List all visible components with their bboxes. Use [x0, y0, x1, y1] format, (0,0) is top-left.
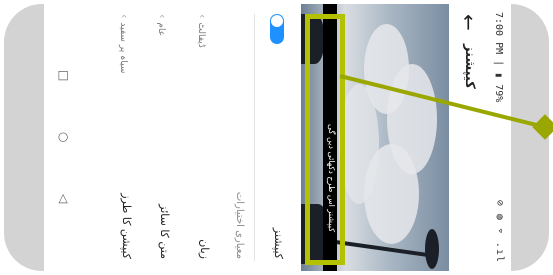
- text-size-value-text: عام: [156, 22, 166, 37]
- caption-style-value-text: سیاہ پر سفید: [118, 22, 128, 74]
- language-value: ‹ ڈیفالٹ: [196, 14, 209, 48]
- chevron-left-icon: ‹: [156, 14, 169, 19]
- chevron-left-icon: ‹: [196, 14, 209, 19]
- captions-label: کیپشنز: [272, 227, 285, 259]
- language-label: زبان: [198, 239, 211, 259]
- status-time-battery: 7:00 PM | ▮ 79%: [493, 12, 504, 103]
- captions-toggle-row[interactable]: کیپشنز: [257, 4, 297, 271]
- text-size-label: متن کا سائز: [158, 204, 171, 259]
- chevron-left-icon: ‹: [118, 14, 131, 19]
- section-header: معیاری اختیارات: [234, 191, 245, 259]
- home-circle-icon[interactable]: ○: [57, 132, 71, 144]
- language-row[interactable]: زبان ‹ ڈیفالٹ: [181, 4, 221, 271]
- status-bar: 7:00 PM | ▮ 79% ⊘ ◍ ⌔ .ıl: [485, 4, 511, 271]
- navigation-bar: ◁ ○ □: [44, 4, 84, 271]
- caption-style-label: کیپشن کا طرز: [120, 193, 133, 259]
- caption-style-value: ‹ سیاہ پر سفید: [118, 14, 131, 73]
- back-arrow-icon[interactable]: ←: [457, 14, 481, 31]
- status-icons: ⊘ ◍ ⌔ .ıl: [494, 199, 505, 263]
- back-triangle-icon[interactable]: ◁: [57, 194, 71, 206]
- highlight-box: [305, 14, 345, 265]
- divider: [254, 14, 255, 261]
- language-value-text: ڈیفالٹ: [196, 22, 206, 48]
- page-title: کیپشنز: [462, 44, 477, 89]
- phone-screen: 7:00 PM | ▮ 79% ⊘ ◍ ⌔ .ıl ← کیپشنز کیپشن…: [44, 4, 511, 271]
- device-frame: 7:00 PM | ▮ 79% ⊘ ◍ ⌔ .ıl ← کیپشنز کیپشن…: [4, 4, 549, 271]
- captions-toggle[interactable]: [270, 14, 284, 44]
- text-size-row[interactable]: متن کا سائز ‹ عام: [141, 4, 181, 271]
- recents-square-icon[interactable]: □: [57, 70, 71, 82]
- text-size-value: ‹ عام: [156, 14, 169, 36]
- caption-style-row[interactable]: کیپشن کا طرز ‹ سیاہ پر سفید: [103, 4, 143, 271]
- app-bar: ← کیپشنز: [449, 4, 485, 271]
